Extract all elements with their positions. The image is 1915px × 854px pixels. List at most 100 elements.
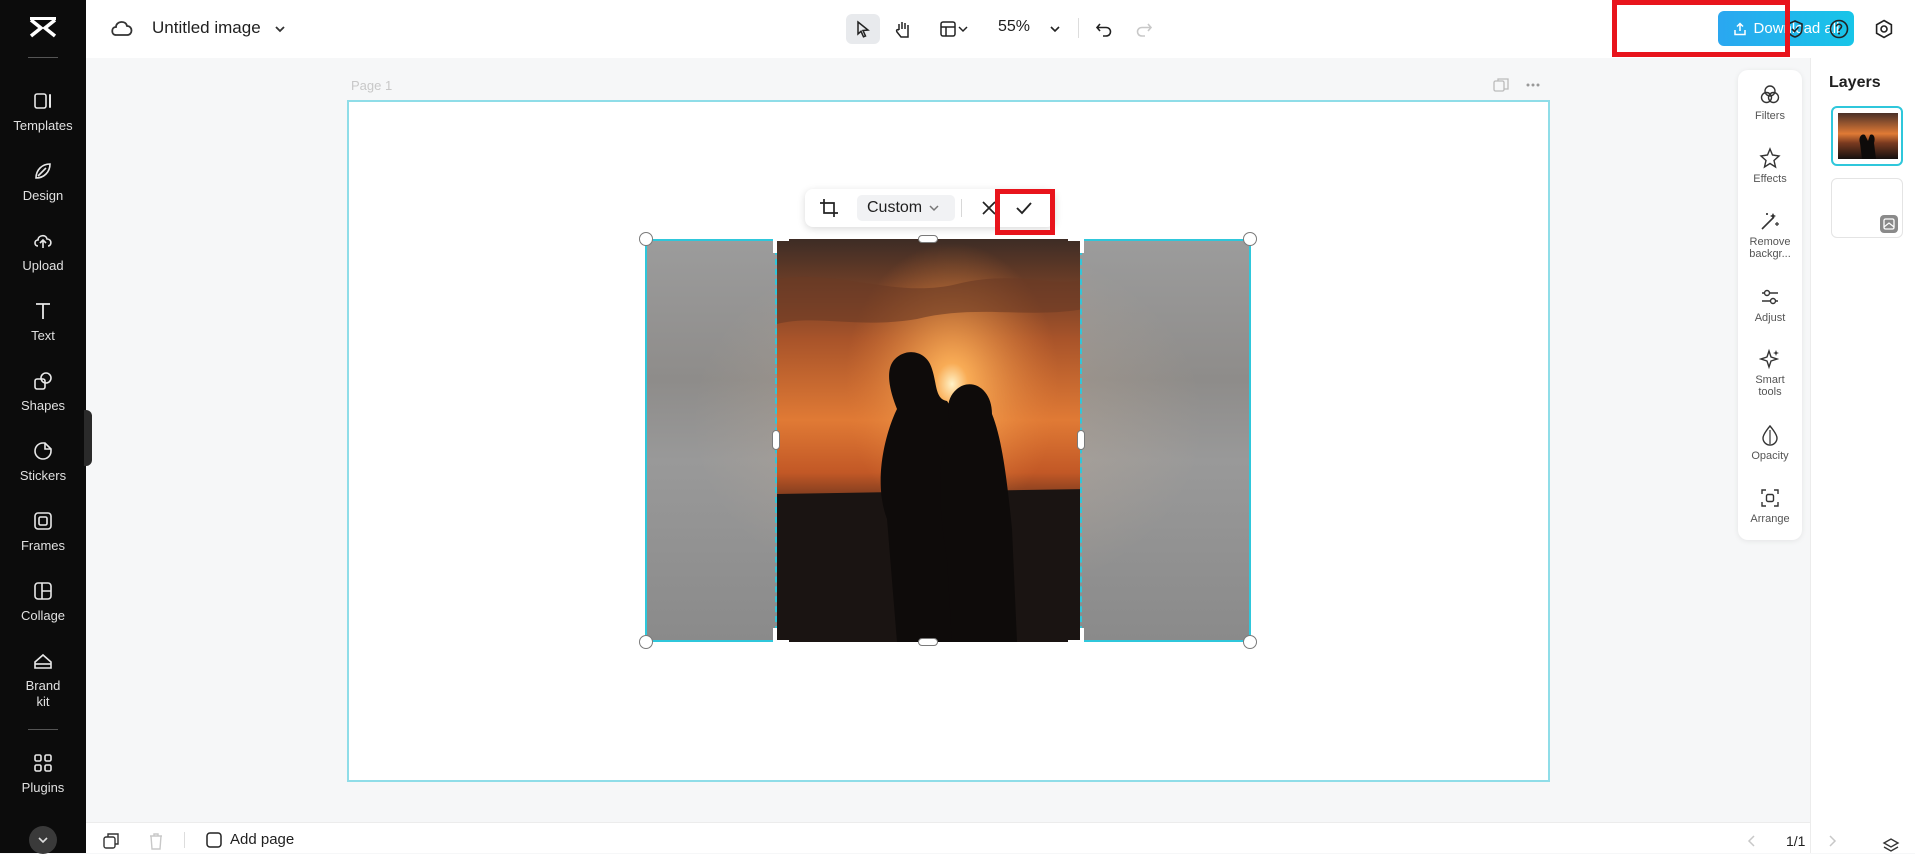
bottom-divider — [184, 832, 185, 848]
crop-corner-handle[interactable] — [773, 237, 789, 253]
sidebar-item-plugins[interactable]: Plugins — [0, 752, 86, 812]
sidebar-more-button[interactable] — [29, 826, 57, 854]
arrange-icon — [1761, 489, 1779, 507]
crop-corner-handle[interactable] — [1068, 237, 1084, 253]
gear-icon — [1875, 19, 1893, 39]
tool-opacity[interactable]: Opacity — [1738, 424, 1802, 462]
crop-ratio-select[interactable]: Custom — [857, 195, 955, 221]
resize-handle[interactable] — [1243, 232, 1257, 246]
templates-icon — [34, 93, 51, 109]
shapes-icon — [34, 372, 52, 390]
image-placeholder-icon — [1883, 218, 1895, 230]
help-button[interactable] — [1822, 14, 1856, 44]
add-page-button[interactable]: Add page — [206, 831, 294, 848]
sidebar-item-design[interactable]: Design — [0, 160, 86, 220]
tool-remove-background[interactable]: Remove backgr... — [1738, 210, 1802, 260]
resize-handle[interactable] — [1243, 635, 1257, 649]
layer-thumbnail-background[interactable] — [1831, 178, 1903, 238]
tool-label: Arrange — [1750, 513, 1790, 525]
sidebar-divider — [28, 729, 58, 730]
layers-title: Layers — [1829, 74, 1881, 91]
photo-thumbnail — [1838, 113, 1898, 159]
adjust-icon — [1762, 289, 1778, 305]
couple-silhouette-photo — [777, 239, 1080, 642]
zoom-level[interactable]: 55% — [998, 18, 1030, 36]
undo-icon — [1095, 23, 1112, 37]
crop-icon[interactable] — [819, 198, 839, 218]
cloud-sync-icon[interactable] — [110, 17, 134, 39]
crop-corner-handle[interactable] — [1068, 628, 1084, 644]
hand-icon — [895, 22, 909, 38]
chevron-down-icon[interactable] — [273, 22, 287, 36]
layout-menu-button[interactable] — [932, 14, 976, 44]
tool-label: Smart tools — [1755, 374, 1785, 398]
sidebar-item-label: Design — [22, 188, 64, 203]
settings-button[interactable] — [1867, 14, 1901, 44]
add-page-label: Add page — [230, 831, 295, 848]
sidebar-item-frames[interactable]: Frames — [0, 510, 86, 570]
crop-edge-handle[interactable] — [918, 235, 938, 243]
crop-edge-handle[interactable] — [772, 430, 780, 450]
select-tool-button[interactable] — [846, 14, 880, 44]
tool-label: Opacity — [1751, 450, 1789, 462]
trash-icon[interactable] — [148, 832, 164, 850]
sidebar-collapse-handle[interactable] — [84, 410, 92, 466]
crop-corner-handle[interactable] — [773, 628, 789, 644]
upload-icon — [34, 234, 52, 248]
crop-ratio-label: Custom — [867, 199, 923, 216]
left-sidebar: Templates Design Upload Text Shapes Stic… — [0, 0, 86, 854]
sidebar-item-collage[interactable]: Collage — [0, 580, 86, 640]
sidebar-item-label: Plugins — [21, 780, 65, 795]
crop-edge-handle[interactable] — [918, 638, 938, 646]
resize-handle[interactable] — [639, 232, 653, 246]
duplicate-page-icon[interactable] — [102, 832, 120, 850]
sidebar-item-label: Shapes — [20, 398, 66, 413]
duplicate-page-icon[interactable] — [1492, 77, 1510, 93]
sidebar-item-label: Frames — [20, 538, 66, 553]
crop-edge-handle[interactable] — [1077, 430, 1085, 450]
tool-filters[interactable]: Filters — [1738, 84, 1802, 122]
resize-handle[interactable] — [639, 635, 653, 649]
tool-smart-tools[interactable]: Smart tools — [1738, 348, 1802, 398]
sidebar-item-brand-kit[interactable]: Brand kit — [0, 650, 86, 720]
redo-icon — [1136, 23, 1153, 37]
chevron-left-icon[interactable] — [1746, 834, 1758, 848]
sidebar-item-label: Upload — [22, 258, 64, 273]
tool-effects[interactable]: Effects — [1738, 147, 1802, 185]
chevron-right-icon[interactable] — [1826, 834, 1838, 848]
document-title[interactable]: Untitled image — [152, 18, 261, 38]
tool-arrange[interactable]: Arrange — [1738, 487, 1802, 525]
more-options-icon[interactable] — [1524, 77, 1542, 93]
chevron-down-icon[interactable] — [1048, 22, 1062, 36]
tool-label: Effects — [1753, 173, 1787, 185]
tool-label: Remove backgr... — [1749, 236, 1791, 260]
capcut-logo[interactable] — [28, 14, 58, 42]
layers-toggle-icon[interactable] — [1882, 835, 1900, 853]
sidebar-item-stickers[interactable]: Stickers — [0, 440, 86, 500]
page-label: Page 1 — [351, 78, 393, 93]
tool-label: Adjust — [1754, 312, 1786, 324]
cropped-image[interactable] — [775, 239, 1082, 642]
sidebar-item-upload[interactable]: Upload — [0, 230, 86, 290]
remove-background-icon — [1761, 213, 1779, 230]
background-layer-badge — [1880, 215, 1898, 233]
sidebar-divider — [28, 57, 58, 58]
add-page-icon — [206, 831, 222, 848]
chevron-down-icon — [929, 205, 939, 212]
sidebar-item-templates[interactable]: Templates — [0, 90, 86, 150]
sidebar-item-label: Brand kit — [25, 678, 61, 709]
undo-button[interactable] — [1087, 14, 1121, 44]
page-count: 1/1 — [1786, 833, 1806, 849]
frames-icon — [34, 512, 52, 530]
toolbar-divider — [1078, 18, 1079, 38]
layer-thumbnail-image[interactable] — [1831, 106, 1903, 166]
tool-adjust[interactable]: Adjust — [1738, 286, 1802, 324]
filters-icon — [1760, 85, 1780, 104]
effects-icon — [1759, 147, 1781, 169]
layers-panel: Layers — [1810, 58, 1915, 853]
text-icon — [36, 303, 50, 319]
hand-tool-button[interactable] — [886, 14, 920, 44]
sidebar-item-text[interactable]: Text — [0, 300, 86, 360]
redo-button[interactable] — [1127, 14, 1161, 44]
sidebar-item-shapes[interactable]: Shapes — [0, 370, 86, 430]
